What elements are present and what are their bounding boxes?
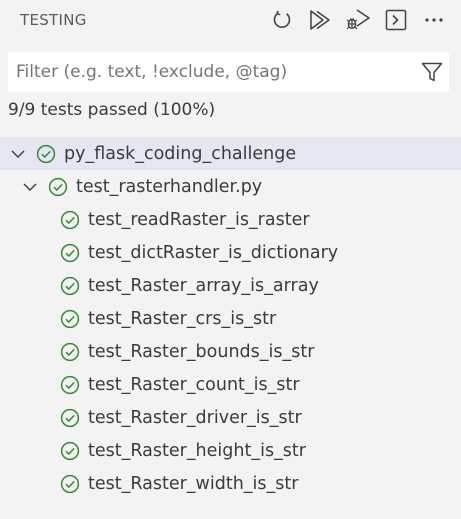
chevron-down-icon[interactable] — [10, 146, 26, 162]
tree-item-test[interactable]: test_Raster_width_is_str — [0, 467, 461, 500]
tree-item-test[interactable]: test_Raster_bounds_is_str — [0, 335, 461, 368]
testing-panel: TESTING Filter (e.g. text, !exclude, @ta… — [0, 0, 461, 519]
filter-input[interactable] — [8, 52, 416, 92]
show-output-button[interactable] — [381, 5, 411, 35]
tree-item-test[interactable]: test_dictRaster_is_dictionary — [0, 236, 461, 269]
header-actions — [259, 5, 449, 35]
tree-item-file[interactable]: test_rasterhandler.py — [0, 170, 461, 203]
pass-check-icon — [60, 375, 80, 395]
refresh-tests-button[interactable] — [267, 5, 297, 35]
terminal-icon — [385, 9, 407, 31]
tree-item-test[interactable]: test_Raster_array_is_array — [0, 269, 461, 302]
test-summary: 9/9 tests passed (100%) — [8, 100, 216, 120]
tree-item-label: test_Raster_array_is_array — [88, 275, 319, 296]
panel-title: TESTING — [20, 11, 87, 29]
pass-check-icon — [60, 276, 80, 296]
more-actions-button[interactable] — [419, 5, 449, 35]
tree-item-label: test_Raster_driver_is_str — [88, 407, 302, 428]
pass-check-icon — [60, 441, 80, 461]
tree-item-label: test_rasterhandler.py — [76, 176, 263, 197]
tree-item-label: py_flask_coding_challenge — [64, 143, 297, 164]
tree-item-workspace[interactable]: py_flask_coding_challenge — [0, 137, 461, 170]
run-all-icon — [310, 10, 330, 30]
pass-check-icon — [60, 243, 80, 263]
pass-check-icon — [48, 177, 68, 197]
tree-item-label: test_Raster_height_is_str — [88, 440, 306, 461]
pass-check-icon — [60, 474, 80, 494]
chevron-down-icon[interactable] — [22, 179, 38, 195]
tree-item-label: test_Raster_bounds_is_str — [88, 341, 315, 362]
debug-all-tests-button[interactable] — [343, 5, 373, 35]
pass-check-icon — [60, 309, 80, 329]
test-tree: py_flask_coding_challenge test_rasterhan… — [0, 137, 461, 500]
tree-item-test[interactable]: test_Raster_height_is_str — [0, 434, 461, 467]
run-all-tests-button[interactable] — [305, 5, 335, 35]
tree-item-test[interactable]: test_Raster_driver_is_str — [0, 401, 461, 434]
tree-item-label: test_Raster_crs_is_str — [88, 308, 277, 329]
tree-item-test[interactable]: test_Raster_count_is_str — [0, 368, 461, 401]
filter-box — [8, 52, 449, 92]
tree-item-label: test_dictRaster_is_dictionary — [88, 242, 339, 263]
refresh-icon — [273, 10, 291, 28]
pass-check-icon — [60, 210, 80, 230]
panel-header: TESTING — [0, 0, 461, 40]
debug-all-icon — [346, 9, 370, 30]
pass-check-icon — [60, 408, 80, 428]
pass-check-icon — [60, 342, 80, 362]
tree-item-label: test_Raster_count_is_str — [88, 374, 300, 395]
tree-item-label: test_Raster_width_is_str — [88, 473, 299, 494]
tree-item-test[interactable]: test_Raster_crs_is_str — [0, 302, 461, 335]
tree-item-test[interactable]: test_readRaster_is_raster — [0, 203, 461, 236]
more-icon — [425, 18, 443, 22]
pass-check-icon — [36, 144, 56, 164]
filter-icon[interactable] — [421, 61, 443, 83]
tree-item-label: test_readRaster_is_raster — [88, 209, 310, 230]
